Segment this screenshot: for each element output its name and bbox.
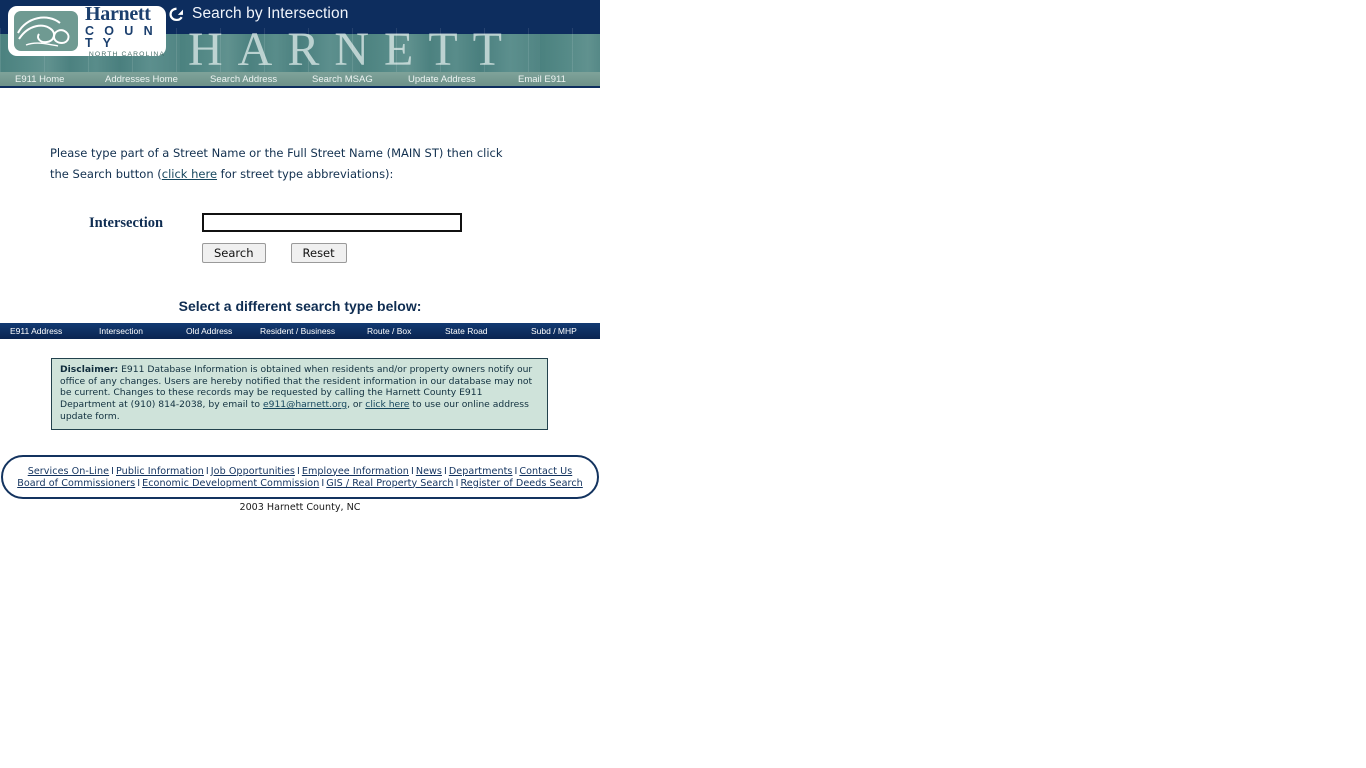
footer-link-employee-information[interactable]: Employee Information (302, 466, 409, 477)
harnett-county-logo[interactable]: Harnett C O U N T Y NORTH CAROLINA (8, 2, 166, 58)
footer-separator: I (443, 465, 447, 477)
footer-link-economic-development-commission[interactable]: Economic Development Commission (142, 478, 319, 489)
search-type-intersection[interactable]: Intersection (99, 326, 143, 336)
footer-links-box: Services On-Line I Public Information I Job … (1, 455, 599, 499)
instructions-line2-suffix: for street type abbreviations): (217, 167, 394, 181)
footer-row-2: Board of Commissioners I Economic Developm… (17, 478, 583, 489)
section-heading: Select a different search type below: (178, 298, 422, 314)
logo-name: Harnett (85, 2, 151, 25)
footer-link-gis-real-property-search[interactable]: GIS / Real Property Search (326, 478, 453, 489)
top-nav: E911 Home Addresses Home Search Address Sea… (0, 72, 600, 88)
page-title: Search by Intersection (192, 5, 349, 22)
footer-link-departments[interactable]: Departments (449, 466, 513, 477)
footer-link-board-of-commissioners[interactable]: Board of Commissioners (17, 478, 135, 489)
footer-separator: I (296, 465, 300, 477)
street-abbreviations-link[interactable]: click here (162, 167, 217, 181)
disclaimer-update-form-link[interactable]: click here (365, 399, 409, 410)
footer-link-contact-us[interactable]: Contact Us (519, 466, 572, 477)
search-type-state-road[interactable]: State Road (445, 326, 488, 336)
footer-link-job-opportunities[interactable]: Job Opportunities (211, 466, 295, 477)
logo-county: C O U N T Y (85, 23, 157, 51)
intersection-input[interactable] (202, 213, 462, 232)
search-type-subd-mhp[interactable]: Subd / MHP (531, 326, 577, 336)
search-type-old-address[interactable]: Old Address (186, 326, 232, 336)
disclaimer-email-link[interactable]: e911@harnett.org (263, 399, 347, 410)
search-type-route-box[interactable]: Route / Box (367, 326, 411, 336)
top-nav-item-email-e911[interactable]: Email E911 (516, 74, 568, 85)
instructions-line1: Please type part of a Street Name or the… (50, 146, 503, 160)
disclaimer-box: Disclaimer: E911 Database Information is… (51, 358, 548, 430)
disclaimer-text-2: , or (347, 399, 366, 411)
search-type-nav: E911 Address Intersection Old Address Resid… (0, 323, 600, 339)
footer-separator: I (205, 465, 209, 477)
top-nav-item-update-address[interactable]: Update Address (406, 74, 478, 85)
footer-link-public-information[interactable]: Public Information (116, 466, 204, 477)
logo-state: NORTH CAROLINA (88, 50, 165, 58)
page-root: Search by Intersection HARNETT Harnett C… (0, 0, 600, 768)
reset-button[interactable]: Reset (290, 243, 347, 263)
footer-link-services-on-line[interactable]: Services On-Line (28, 466, 109, 477)
top-nav-item-search-msag[interactable]: Search MSAG (310, 74, 375, 85)
disclaimer-heading: Disclaimer: (60, 364, 119, 375)
instructions-line2-prefix: the Search button ( (50, 167, 162, 181)
top-nav-item-e911-home[interactable]: E911 Home (13, 74, 66, 85)
search-type-e911-address[interactable]: E911 Address (10, 326, 62, 336)
banner-wordmark: HARNETT (188, 28, 517, 72)
logo-mark-icon (14, 11, 78, 51)
intersection-label: Intersection (89, 215, 164, 231)
copyright-text: 2003 Harnett County, NC (239, 502, 361, 513)
footer-link-news[interactable]: News (416, 466, 442, 477)
footer-separator: I (410, 465, 414, 477)
instructions: Please type part of a Street Name or the… (50, 143, 550, 185)
footer-row-1: Services On-Line I Public Information I Job … (28, 466, 573, 477)
footer-separator: I (111, 465, 115, 477)
footer-link-register-of-deeds-search[interactable]: Register of Deeds Search (460, 478, 582, 489)
search-type-resident-business[interactable]: Resident / Business (260, 326, 335, 336)
search-button[interactable]: Search (202, 243, 266, 263)
redo-circular-arrow-icon (168, 6, 185, 23)
top-nav-item-search-address[interactable]: Search Address (208, 74, 279, 85)
top-nav-item-addresses-home[interactable]: Addresses Home (103, 74, 180, 85)
